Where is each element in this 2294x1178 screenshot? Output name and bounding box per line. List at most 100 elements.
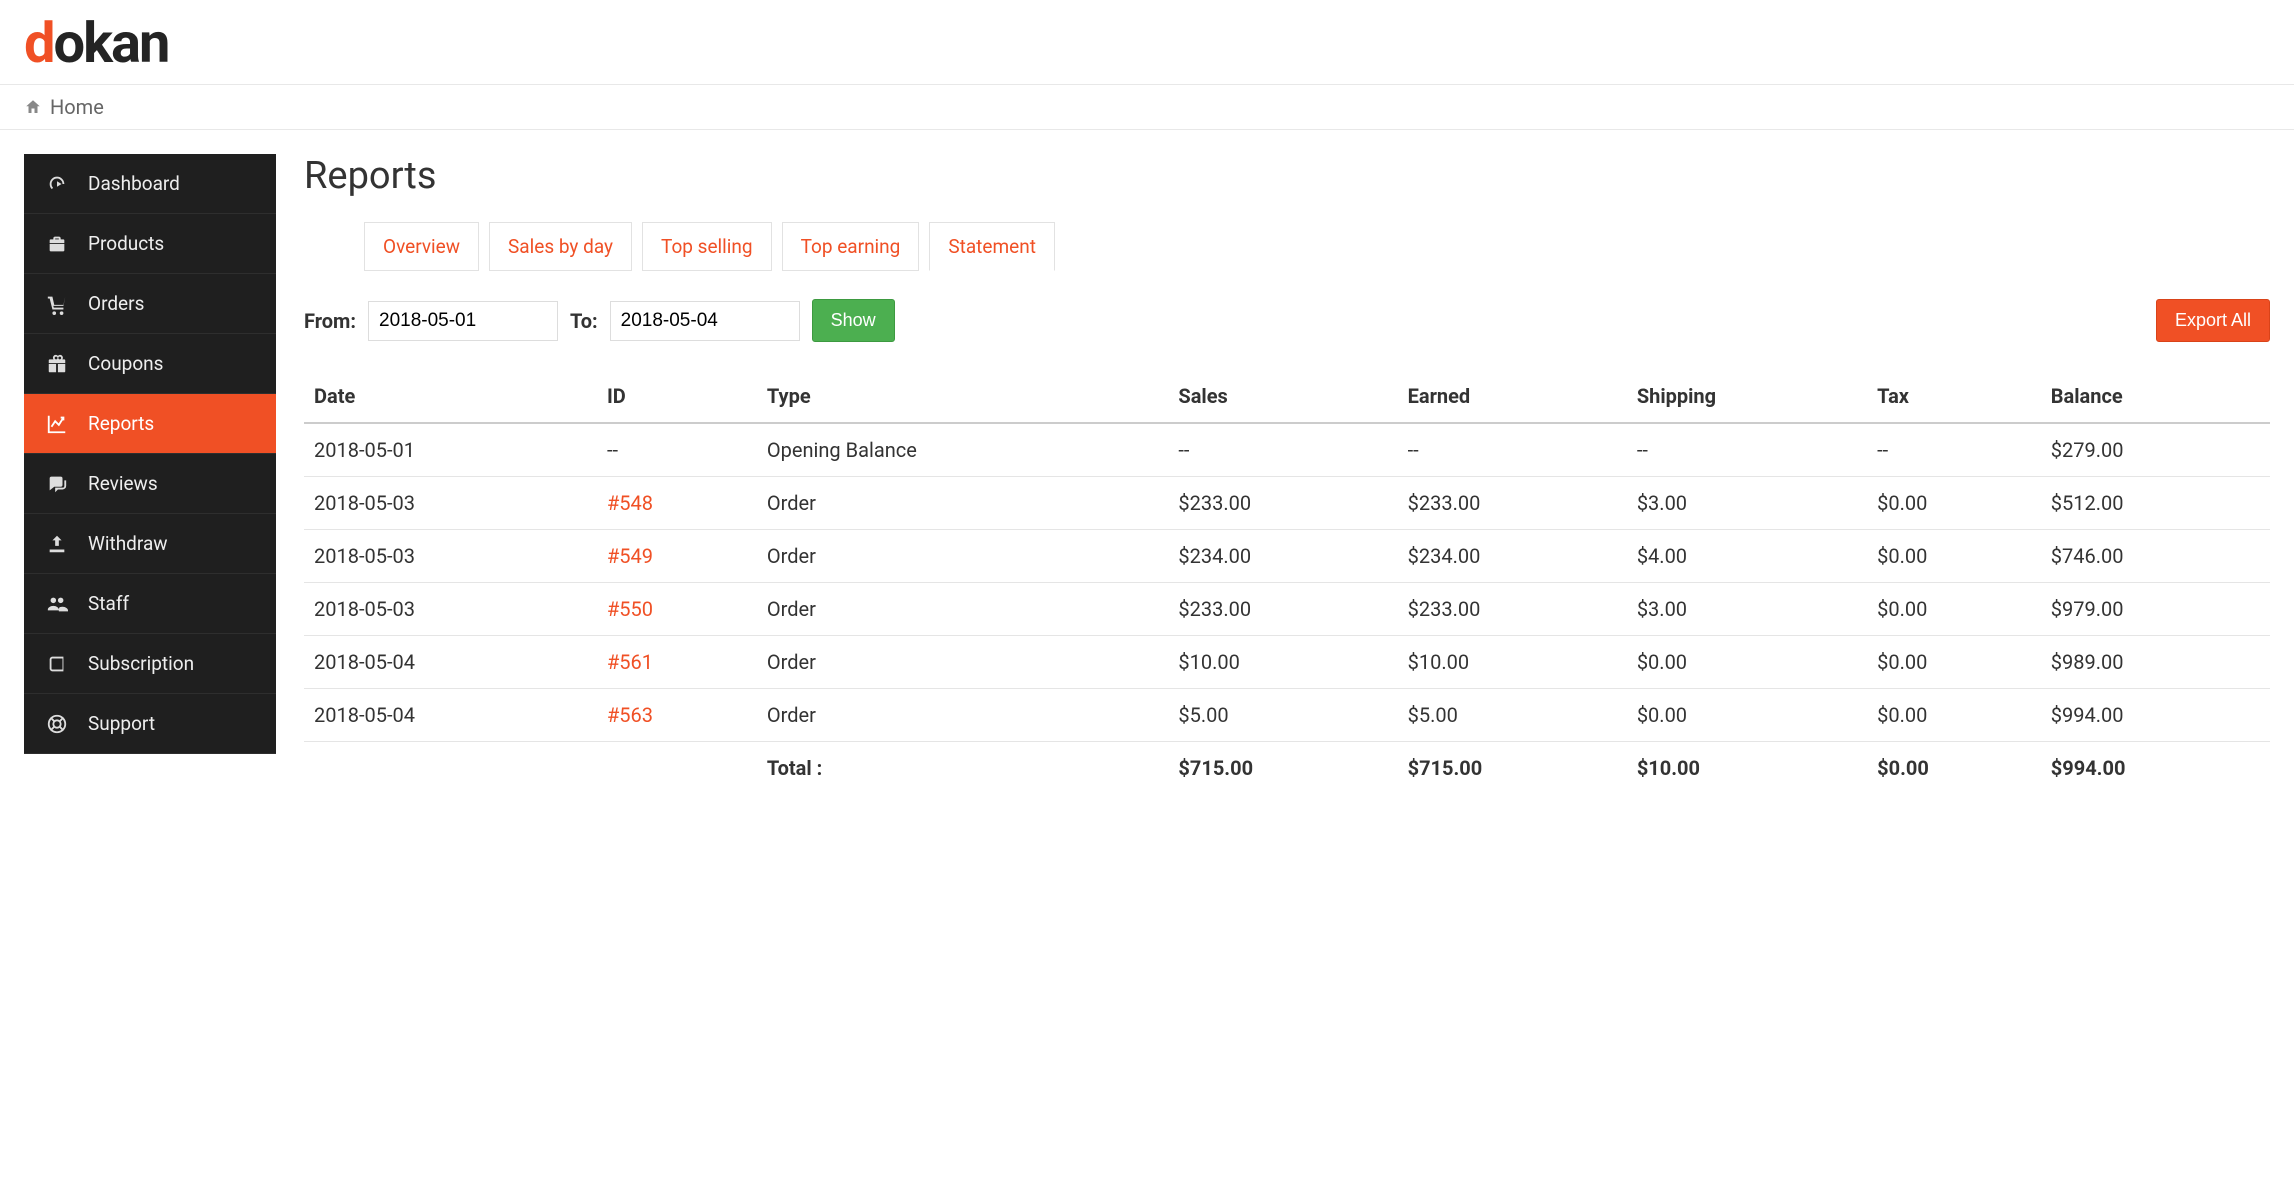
cell-empty	[597, 742, 757, 795]
cell-id[interactable]: #549	[597, 530, 757, 583]
cell-earned: --	[1398, 423, 1627, 477]
sidebar-item-coupons[interactable]: Coupons	[24, 334, 276, 394]
cell-earned: $233.00	[1398, 583, 1627, 636]
sidebar-item-reviews[interactable]: Reviews	[24, 454, 276, 514]
sidebar-item-withdraw[interactable]: Withdraw	[24, 514, 276, 574]
cell-type: Order	[757, 530, 1169, 583]
sidebar-item-products[interactable]: Products	[24, 214, 276, 274]
export-all-button[interactable]: Export All	[2156, 299, 2270, 342]
cell-empty	[304, 742, 597, 795]
cell-balance: $979.00	[2041, 583, 2270, 636]
topbar: dokan	[0, 0, 2294, 84]
table-row: 2018-05-03#548Order$233.00$233.00$3.00$0…	[304, 477, 2270, 530]
life-ring-icon	[44, 713, 70, 735]
cell-id[interactable]: #550	[597, 583, 757, 636]
cell-type: Order	[757, 477, 1169, 530]
users-icon	[44, 593, 70, 615]
cell-tax: $0.00	[1867, 530, 2041, 583]
cell-tax: $0.00	[1867, 689, 2041, 742]
cell-total-balance: $994.00	[2041, 742, 2270, 795]
table-row: 2018-05-04#561Order$10.00$10.00$0.00$0.0…	[304, 636, 2270, 689]
cell-total-sales: $715.00	[1168, 742, 1397, 795]
cell-shipping: $0.00	[1627, 636, 1867, 689]
show-button[interactable]: Show	[812, 299, 895, 342]
cell-balance: $512.00	[2041, 477, 2270, 530]
cell-id[interactable]: #561	[597, 636, 757, 689]
sidebar-item-label: Coupons	[88, 352, 163, 375]
cell-id[interactable]: #548	[597, 477, 757, 530]
brand-okan: okan	[54, 10, 169, 76]
cell-earned: $234.00	[1398, 530, 1627, 583]
sidebar-item-staff[interactable]: Staff	[24, 574, 276, 634]
cell-balance: $746.00	[2041, 530, 2270, 583]
brand-logo[interactable]: dokan	[24, 10, 168, 76]
cell-type: Order	[757, 689, 1169, 742]
cell-total-tax: $0.00	[1867, 742, 2041, 795]
cell-sales: --	[1168, 423, 1397, 477]
cell-tax: $0.00	[1867, 477, 2041, 530]
home-icon	[24, 98, 42, 116]
cell-date: 2018-05-04	[304, 636, 597, 689]
cell-shipping: $3.00	[1627, 477, 1867, 530]
cell-sales: $233.00	[1168, 477, 1397, 530]
sidebar-item-label: Support	[88, 712, 155, 735]
cell-total-label: Total :	[757, 742, 1169, 795]
cell-balance: $994.00	[2041, 689, 2270, 742]
cell-date: 2018-05-03	[304, 583, 597, 636]
cell-sales: $5.00	[1168, 689, 1397, 742]
sidebar-item-subscription[interactable]: Subscription	[24, 634, 276, 694]
cell-id[interactable]: #563	[597, 689, 757, 742]
cell-shipping: $3.00	[1627, 583, 1867, 636]
from-label: From:	[304, 309, 356, 333]
sidebar: Dashboard Products Orders Coupons Reports Rev…	[24, 154, 276, 754]
table-total-row: Total :$715.00$715.00$10.00$0.00$994.00	[304, 742, 2270, 795]
sidebar-item-support[interactable]: Support	[24, 694, 276, 754]
tab-top-earning[interactable]: Top earning	[782, 222, 920, 271]
cell-date: 2018-05-04	[304, 689, 597, 742]
tab-overview[interactable]: Overview	[364, 222, 479, 271]
cell-sales: $234.00	[1168, 530, 1397, 583]
cell-tax: $0.00	[1867, 636, 2041, 689]
sidebar-item-label: Withdraw	[88, 532, 168, 555]
to-date-input[interactable]	[610, 301, 800, 341]
tab-sales-by-day[interactable]: Sales by day	[489, 222, 632, 271]
col-shipping: Shipping	[1627, 370, 1867, 423]
sidebar-item-reports[interactable]: Reports	[24, 394, 276, 454]
cell-tax: --	[1867, 423, 2041, 477]
sidebar-item-label: Dashboard	[88, 172, 180, 195]
main-content: Reports OverviewSales by dayTop sellingT…	[304, 154, 2270, 794]
sidebar-item-label: Products	[88, 232, 164, 255]
col-balance: Balance	[2041, 370, 2270, 423]
cart-icon	[44, 293, 70, 315]
sidebar-item-label: Reviews	[88, 472, 158, 495]
sidebar-item-label: Orders	[88, 292, 144, 315]
comments-icon	[44, 473, 70, 495]
from-date-input[interactable]	[368, 301, 558, 341]
cell-type: Order	[757, 636, 1169, 689]
cell-shipping: --	[1627, 423, 1867, 477]
cell-balance: $279.00	[2041, 423, 2270, 477]
to-label: To:	[570, 309, 598, 333]
col-id: ID	[597, 370, 757, 423]
sidebar-item-orders[interactable]: Orders	[24, 274, 276, 334]
cell-sales: $10.00	[1168, 636, 1397, 689]
cell-shipping: $4.00	[1627, 530, 1867, 583]
report-tabs: OverviewSales by dayTop sellingTop earni…	[364, 222, 2270, 271]
cell-tax: $0.00	[1867, 583, 2041, 636]
cell-earned: $5.00	[1398, 689, 1627, 742]
gauge-icon	[44, 173, 70, 195]
sidebar-item-dashboard[interactable]: Dashboard	[24, 154, 276, 214]
table-row: 2018-05-04#563Order$5.00$5.00$0.00$0.00$…	[304, 689, 2270, 742]
gift-icon	[44, 353, 70, 375]
breadcrumb-home[interactable]: Home	[50, 95, 104, 119]
upload-icon	[44, 533, 70, 555]
tab-statement[interactable]: Statement	[929, 222, 1055, 271]
cell-total-earned: $715.00	[1398, 742, 1627, 795]
sidebar-item-label: Reports	[88, 412, 154, 435]
cell-earned: $233.00	[1398, 477, 1627, 530]
sidebar-item-label: Staff	[88, 592, 129, 615]
tab-top-selling[interactable]: Top selling	[642, 222, 772, 271]
book-icon	[44, 653, 70, 675]
chart-line-icon	[44, 413, 70, 435]
col-type: Type	[757, 370, 1169, 423]
